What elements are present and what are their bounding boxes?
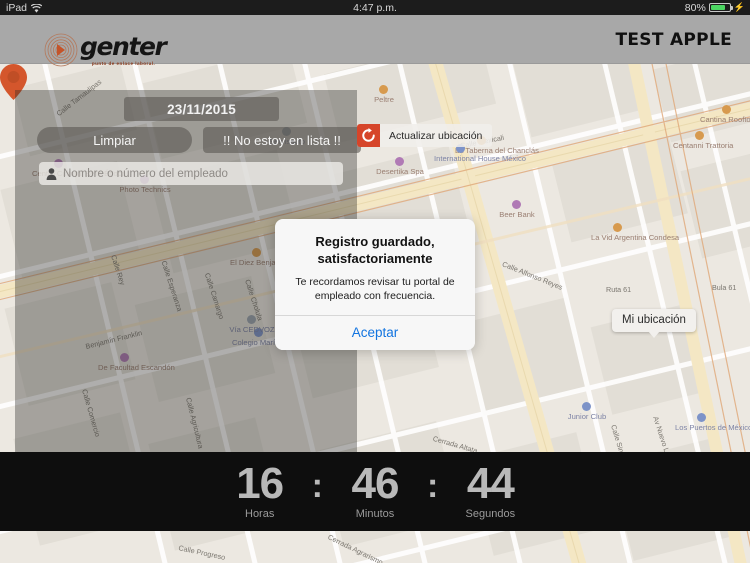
map-poi-dot[interactable] [613,223,622,232]
map-poi-dot[interactable] [695,131,704,140]
alert-accept-button[interactable]: Aceptar [275,314,475,350]
map-poi-dot[interactable] [395,157,404,166]
map-poi-dot[interactable] [582,402,591,411]
battery-percent: 80% [684,1,706,14]
update-location-button[interactable]: Actualizar ubicación [357,124,493,147]
countdown-hours-label: Horas [245,508,275,521]
countdown-minutes-label: Minutos [355,508,395,521]
status-time: 4:47 p.m. [353,1,397,14]
alert-title: Registro guardado, satisfactoriamente [315,234,435,267]
countdown-seconds: 44 Segundos [454,458,526,521]
countdown-hours-value: 16 [236,458,284,508]
countdown-separator-1: : [311,466,323,505]
employee-search-input[interactable] [63,167,333,180]
map-poi-dot[interactable] [379,85,388,94]
status-right: 80% ⚡ [685,2,745,14]
update-location-label: Actualizar ubicación [389,129,483,142]
countdown-separator-2: : [427,466,439,505]
ipad-app-screen: Calle TamaulipasCalle MexicaliCalle Alfo… [0,0,750,563]
countdown-seconds-label: Segundos [465,508,516,521]
app-logo: genter' punto de enlace laboral. [44,33,167,67]
app-header-bar: genter' punto de enlace laboral. TEST AP… [0,15,750,67]
person-icon [46,167,57,180]
countdown-bar: 16 Horas : 46 Minutos : 44 Segundos [0,452,750,531]
my-location-label: Mi ubicación [622,314,686,326]
alert-dialog: Registro guardado, satisfactoriamente Te… [275,219,475,350]
map-poi-dot[interactable] [722,105,731,114]
logo-trademark: ' [165,41,168,51]
logo-wordmark: genter [80,32,167,61]
refresh-icon [357,124,380,147]
countdown-hours: 16 Horas [224,458,296,521]
account-name: TEST APPLE [615,29,732,50]
countdown-seconds-value: 44 [466,458,515,508]
countdown-minutes: 46 Minutos [339,458,411,521]
logo-tagline: punto de enlace laboral. [91,61,156,66]
logo-text: genter' punto de enlace laboral. [80,34,167,67]
my-location-callout[interactable]: Mi ubicación [612,309,696,338]
alert-body: Registro guardado, satisfactoriamente Te… [275,219,475,315]
clear-button[interactable]: Limpiar [37,127,192,153]
employee-search-field[interactable] [39,162,343,185]
ios-status-bar: iPad 4:47 p.m. 80% ⚡ [0,0,750,15]
countdown-minutes-value: 46 [351,458,400,508]
countdown-inner: 16 Horas : 46 Minutos : 44 Segundos [224,458,527,521]
alert-message: Te recordamos revisar tu portal de emple… [295,275,455,302]
map-poi-dot[interactable] [512,200,521,209]
map-poi-dot[interactable] [697,413,706,422]
not-in-list-button[interactable]: !! No estoy en lista !! [203,127,361,153]
igenter-target-logo-icon [44,33,78,67]
date-display[interactable]: 23/11/2015 [124,97,279,121]
battery-icon [708,2,733,13]
charging-bolt-icon: ⚡ [733,2,745,12]
